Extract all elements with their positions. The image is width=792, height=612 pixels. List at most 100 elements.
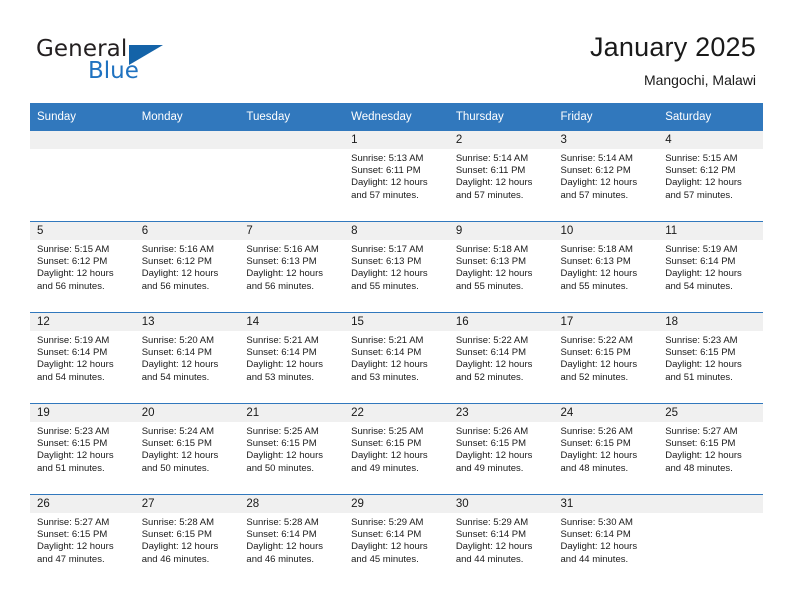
calendar-day-cell[interactable]: 29 Sunrise: 5:29 AM Sunset: 6:14 PM Dayligh… [344,494,449,585]
daylight-text-line2: and 57 minutes. [351,189,419,201]
calendar-day-cell[interactable]: 17 Sunrise: 5:22 AM Sunset: 6:15 PM Dayligh… [553,312,659,404]
day-number: 18 [658,313,763,331]
calendar-day-cell-empty [239,131,345,222]
day-cell-inner: 13 Sunrise: 5:20 AM Sunset: 6:14 PM Dayligh… [134,313,240,403]
day-cell-details: Sunrise: 5:15 AM Sunset: 6:12 PM Daylight:… [30,240,135,293]
daylight-text-line2: and 54 minutes. [37,371,105,383]
daylight-text-line2: and 50 minutes. [141,462,210,474]
day-number: 3 [553,131,659,149]
calendar-day-cell[interactable]: 4 Sunrise: 5:15 AM Sunset: 6:12 PM Daylight… [658,131,763,222]
sunset-text: Sunset: 6:14 PM [37,347,108,359]
sunrise-text: Sunrise: 5:19 AM [37,335,110,346]
calendar-week-row: 1 Sunrise: 5:13 AM Sunset: 6:11 PM Daylight… [30,131,763,222]
calendar-day-cell[interactable]: 1 Sunrise: 5:13 AM Sunset: 6:11 PM Daylight… [344,131,449,222]
calendar-day-cell[interactable]: 12 Sunrise: 5:19 AM Sunset: 6:14 PM Dayligh… [30,312,135,404]
daylight-text-line1: Daylight: 12 hours [351,450,428,462]
sunset-text: Sunset: 6:11 PM [351,165,421,177]
daylight-text-line2: and 53 minutes. [351,371,419,383]
calendar-day-cell[interactable]: 2 Sunrise: 5:14 AM Sunset: 6:11 PM Daylight… [448,131,554,222]
day-cell-inner: 30 Sunrise: 5:29 AM Sunset: 6:14 PM Dayligh… [448,495,554,585]
sunrise-text: Sunrise: 5:27 AM [37,517,110,528]
day-number: 29 [344,495,449,513]
daylight-text-line1: Daylight: 12 hours [141,450,219,462]
daylight-text-line1: Daylight: 12 hours [141,268,219,280]
day-cell-inner: 23 Sunrise: 5:26 AM Sunset: 6:15 PM Dayligh… [448,404,554,494]
daylight-text-line2: and 49 minutes. [455,462,524,474]
day-number: 28 [239,495,345,513]
day-number: 2 [448,131,554,149]
calendar-day-cell[interactable]: 18 Sunrise: 5:23 AM Sunset: 6:15 PM Dayligh… [658,312,763,404]
calendar-day-cell[interactable]: 10 Sunrise: 5:18 AM Sunset: 6:13 PM Dayligh… [553,221,659,313]
sunrise-text: Sunrise: 5:24 AM [141,426,215,437]
day-number: 9 [448,222,554,240]
calendar-day-cell[interactable]: 28 Sunrise: 5:28 AM Sunset: 6:14 PM Dayligh… [239,494,345,585]
calendar-day-cell[interactable]: 14 Sunrise: 5:21 AM Sunset: 6:14 PM Dayligh… [239,312,345,404]
calendar-day-cell[interactable]: 31 Sunrise: 5:30 AM Sunset: 6:14 PM Dayligh… [553,494,659,585]
calendar-day-cell[interactable]: 21 Sunrise: 5:25 AM Sunset: 6:15 PM Dayligh… [239,403,345,495]
calendar-day-cell[interactable]: 30 Sunrise: 5:29 AM Sunset: 6:14 PM Dayligh… [448,494,554,585]
day-number: 24 [553,404,659,422]
weekday-header-thursday: Thursday [448,103,554,131]
day-cell-details: Sunrise: 5:21 AM Sunset: 6:14 PM Daylight:… [239,331,344,384]
calendar-day-cell[interactable]: 25 Sunrise: 5:27 AM Sunset: 6:15 PM Dayligh… [658,403,763,495]
sunrise-text: Sunrise: 5:18 AM [560,244,633,255]
day-cell-inner: 7 Sunrise: 5:16 AM Sunset: 6:13 PM Daylight… [239,222,345,312]
generalblue-logo[interactable]: General Blue [36,36,266,88]
sunrise-text: Sunrise: 5:27 AM [665,426,738,437]
sunrise-text: Sunrise: 5:19 AM [665,244,738,255]
calendar-day-cell[interactable]: 16 Sunrise: 5:22 AM Sunset: 6:14 PM Dayligh… [448,312,554,404]
day-cell-inner: 28 Sunrise: 5:28 AM Sunset: 6:14 PM Dayligh… [239,495,345,585]
sunset-text: Sunset: 6:14 PM [141,347,212,359]
day-cell-inner: 1 Sunrise: 5:13 AM Sunset: 6:11 PM Daylight… [344,131,449,221]
day-number: 6 [134,222,240,240]
day-number: 21 [239,404,345,422]
calendar-day-cell[interactable]: 15 Sunrise: 5:21 AM Sunset: 6:14 PM Dayligh… [344,312,449,404]
day-number: 14 [239,313,345,331]
day-cell-details: Sunrise: 5:19 AM Sunset: 6:14 PM Daylight:… [658,240,763,293]
calendar-day-cell[interactable]: 19 Sunrise: 5:23 AM Sunset: 6:15 PM Dayligh… [30,403,135,495]
calendar-day-cell[interactable]: 23 Sunrise: 5:26 AM Sunset: 6:15 PM Dayligh… [448,403,554,495]
calendar-day-cell[interactable]: 13 Sunrise: 5:20 AM Sunset: 6:14 PM Dayligh… [134,312,240,404]
daylight-text-line1: Daylight: 12 hours [141,359,219,371]
calendar-day-cell[interactable]: 11 Sunrise: 5:19 AM Sunset: 6:14 PM Dayligh… [658,221,763,313]
daylight-text-line2: and 57 minutes. [455,189,524,201]
calendar-day-cell[interactable]: 27 Sunrise: 5:28 AM Sunset: 6:15 PM Dayligh… [134,494,240,585]
calendar-day-cell[interactable]: 26 Sunrise: 5:27 AM Sunset: 6:15 PM Dayligh… [30,494,135,585]
day-number: 11 [658,222,763,240]
daylight-text-line1: Daylight: 12 hours [351,359,428,371]
day-cell-inner: 4 Sunrise: 5:15 AM Sunset: 6:12 PM Daylight… [658,131,763,221]
sunset-text: Sunset: 6:15 PM [141,529,212,541]
calendar-day-cell[interactable]: 6 Sunrise: 5:16 AM Sunset: 6:12 PM Daylight… [134,221,240,313]
weekday-header-friday: Friday [553,103,659,131]
sunset-text: Sunset: 6:15 PM [560,347,631,359]
day-cell-inner: 20 Sunrise: 5:24 AM Sunset: 6:15 PM Dayligh… [134,404,240,494]
day-cell-details: Sunrise: 5:18 AM Sunset: 6:13 PM Daylight:… [449,240,554,293]
day-cell-inner [658,495,763,585]
sunrise-text: Sunrise: 5:14 AM [455,153,529,164]
calendar-day-cell-empty [134,131,240,222]
daylight-text-line2: and 55 minutes. [351,280,419,292]
calendar-day-cell[interactable]: 22 Sunrise: 5:25 AM Sunset: 6:15 PM Dayligh… [344,403,449,495]
daylight-text-line1: Daylight: 12 hours [246,541,323,553]
sunset-text: Sunset: 6:15 PM [351,438,422,450]
sunrise-text: Sunrise: 5:15 AM [37,244,110,255]
day-number: 22 [344,404,449,422]
daylight-text-line2: and 45 minutes. [351,553,419,565]
sunset-text: Sunset: 6:15 PM [37,529,108,541]
calendar-day-cell[interactable]: 9 Sunrise: 5:18 AM Sunset: 6:13 PM Daylight… [448,221,554,313]
sunrise-text: Sunrise: 5:21 AM [246,335,319,346]
calendar-day-cell[interactable]: 20 Sunrise: 5:24 AM Sunset: 6:15 PM Dayligh… [134,403,240,495]
calendar-week-row: 12 Sunrise: 5:19 AM Sunset: 6:14 PM Dayligh… [30,312,763,404]
calendar-day-cell[interactable]: 5 Sunrise: 5:15 AM Sunset: 6:12 PM Daylight… [30,221,135,313]
day-cell-inner: 6 Sunrise: 5:16 AM Sunset: 6:12 PM Daylight… [134,222,240,312]
calendar-day-cell[interactable]: 24 Sunrise: 5:26 AM Sunset: 6:15 PM Dayligh… [553,403,659,495]
day-cell-details: Sunrise: 5:26 AM Sunset: 6:15 PM Daylight:… [554,422,659,475]
calendar-day-cell[interactable]: 3 Sunrise: 5:14 AM Sunset: 6:12 PM Daylight… [553,131,659,222]
calendar-day-cell[interactable]: 7 Sunrise: 5:16 AM Sunset: 6:13 PM Daylight… [239,221,345,313]
day-number: 13 [134,313,240,331]
day-cell-inner: 22 Sunrise: 5:25 AM Sunset: 6:15 PM Dayligh… [344,404,449,494]
weekday-header-monday: Monday [134,103,240,131]
calendar-day-cell[interactable]: 8 Sunrise: 5:17 AM Sunset: 6:13 PM Daylight… [344,221,449,313]
sunrise-text: Sunrise: 5:18 AM [455,244,529,255]
daylight-text-line2: and 53 minutes. [246,371,315,383]
